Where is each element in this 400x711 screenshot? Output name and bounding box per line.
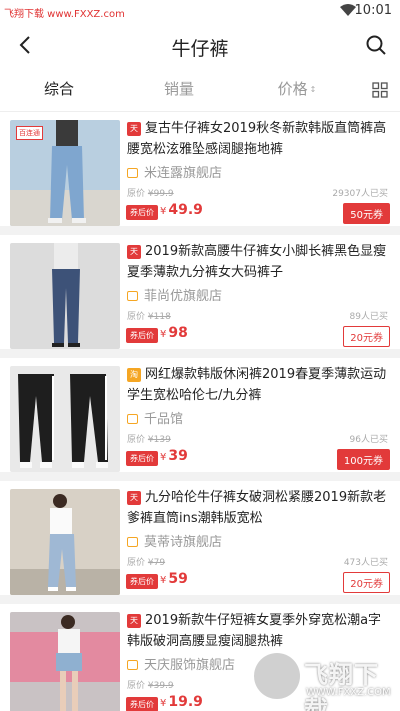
- store-name: 莫蒂诗旗舰店: [127, 531, 222, 550]
- original-price: 原价 ¥79: [127, 558, 166, 568]
- store-icon: [127, 167, 138, 178]
- tmall-badge-icon: 天猫: [127, 244, 141, 270]
- product-title: 天猫九分哈伦牛仔裤女破洞松紧腰2019新款老爹裤直筒ins潮韩版宽松: [127, 490, 387, 526]
- coupon-button[interactable]: 50元券: [343, 203, 390, 224]
- store-name: 天庆服饰旗舰店: [127, 654, 235, 673]
- original-price: 原价 ¥99.9: [127, 189, 174, 199]
- product-list: 百连通 天猫复古牛仔裤女2019秋冬新款韩版直筒裤高腰宽松泫雅坠感阔腿拖地裤 米…: [0, 112, 400, 711]
- watermark-logo: 飞翔下载 WWW.FXXZ.COM: [254, 649, 394, 711]
- sort-arrows-icon: ↕: [309, 84, 317, 94]
- watermark-text: 飞翔下载 www.FXXZ.com: [4, 9, 125, 20]
- product-title: 天猫复古牛仔裤女2019秋冬新款韩版直筒裤高腰宽松泫雅坠感阔腿拖地裤: [127, 121, 387, 157]
- original-price: 原价 ¥39.9: [127, 681, 174, 691]
- original-price: 原价 ¥139: [127, 435, 171, 445]
- sold-count: 96人已买: [349, 435, 388, 445]
- coupon-price: ¥98: [160, 325, 188, 341]
- product-card[interactable]: 淘网红爆款韩版休闲裤2019春夏季薄款运动学生宽松哈伦七/九分裤 千品馆 原价 …: [0, 358, 400, 472]
- store-name: 菲尚优旗舰店: [127, 285, 222, 304]
- original-price: 原价 ¥118: [127, 312, 171, 322]
- store-icon: [127, 413, 138, 424]
- taobao-badge-icon: 淘: [127, 367, 141, 382]
- search-icon[interactable]: [364, 33, 388, 57]
- sort-tabs: 综合 销量 价格 ↕: [0, 68, 400, 112]
- sold-count: 29307人已买: [332, 189, 388, 199]
- store-name: 米连露旗舰店: [127, 162, 222, 181]
- product-image: [10, 612, 120, 711]
- status-bar: 飞翔下载 www.FXXZ.com 10:01: [0, 0, 400, 22]
- product-card[interactable]: 天猫2019新款高腰牛仔裤女小脚长裤黑色显瘦夏季薄款九分裤女大码裤子 菲尚优旗舰…: [0, 235, 400, 349]
- after-coupon-badge: 券后价: [126, 697, 158, 711]
- coupon-button[interactable]: 20元券: [343, 326, 390, 347]
- after-coupon-badge: 券后价: [126, 451, 158, 466]
- product-image: [10, 366, 120, 472]
- grid-view-icon[interactable]: [372, 82, 388, 98]
- product-title: 天猫2019新款牛仔短裤女夏季外穿宽松潮a字韩版破洞高腰显瘦阔腿热裤: [127, 613, 382, 649]
- tmall-badge-icon: 天猫: [127, 613, 141, 639]
- product-title: 淘网红爆款韩版休闲裤2019春夏季薄款运动学生宽松哈伦七/九分裤: [127, 367, 387, 403]
- store-icon: [127, 290, 138, 301]
- coupon-button[interactable]: 100元券: [336, 449, 390, 470]
- store-icon: [127, 659, 138, 670]
- tab-sales[interactable]: 销量: [140, 68, 218, 112]
- page-title: 牛仔裤: [171, 38, 229, 60]
- after-coupon-badge: 券后价: [126, 574, 158, 589]
- product-image: [10, 243, 120, 349]
- tmall-badge-icon: 天猫: [127, 490, 141, 516]
- clock: 10:01: [354, 3, 392, 18]
- coupon-price: ¥59: [160, 571, 188, 587]
- watermark-logo-icon: [254, 653, 300, 699]
- tmall-badge-icon: 天猫: [127, 121, 141, 147]
- product-image: 百连通: [10, 120, 120, 226]
- after-coupon-badge: 券后价: [126, 328, 158, 343]
- tab-price[interactable]: 价格 ↕: [258, 68, 336, 112]
- coupon-price: ¥39: [160, 448, 188, 464]
- coupon-button[interactable]: 20元券: [343, 572, 390, 593]
- shop-tag: 百连通: [16, 126, 43, 140]
- coupon-price: ¥19.9: [160, 694, 203, 710]
- product-card[interactable]: 百连通 天猫复古牛仔裤女2019秋冬新款韩版直筒裤高腰宽松泫雅坠感阔腿拖地裤 米…: [0, 112, 400, 226]
- store-name: 千品馆: [127, 408, 183, 427]
- nav-bar: 牛仔裤: [0, 22, 400, 68]
- product-card[interactable]: 天猫九分哈伦牛仔裤女破洞松紧腰2019新款老爹裤直筒ins潮韩版宽松 莫蒂诗旗舰…: [0, 481, 400, 595]
- back-arrow-icon[interactable]: [14, 33, 38, 57]
- store-icon: [127, 536, 138, 547]
- after-coupon-badge: 券后价: [126, 205, 158, 220]
- product-title: 天猫2019新款高腰牛仔裤女小脚长裤黑色显瘦夏季薄款九分裤女大码裤子: [127, 244, 387, 280]
- product-image: [10, 489, 120, 595]
- sold-count: 473人已买: [343, 558, 388, 568]
- coupon-price: ¥49.9: [160, 202, 203, 218]
- tab-comprehensive[interactable]: 综合: [20, 68, 98, 112]
- sold-count: 89人已买: [349, 312, 388, 322]
